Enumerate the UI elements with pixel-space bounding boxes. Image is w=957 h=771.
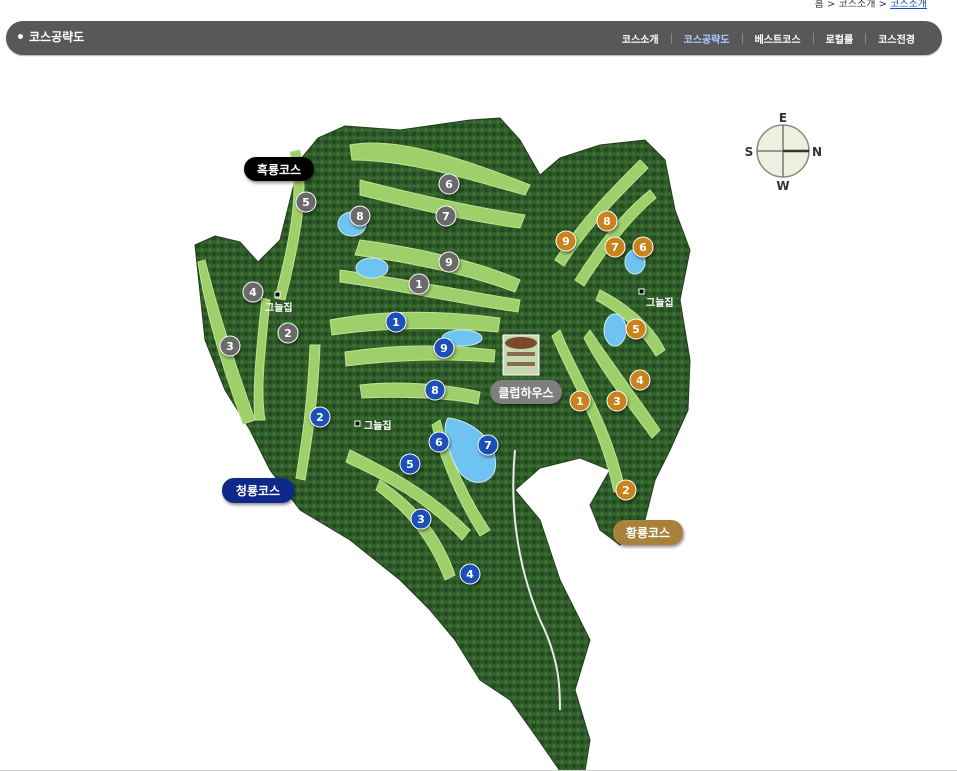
svg-text:3: 3 xyxy=(613,395,621,408)
hole-marker-blue-4[interactable]: 4 xyxy=(459,563,481,585)
course-map: 클럽하우스 흑룡코스 청룡코스 황룡코스 그늘집 그늘집 그늘집 1 2 3 4… xyxy=(194,111,822,771)
hole-marker-blue-1[interactable]: 1 xyxy=(385,311,407,333)
hole-marker-blue-2[interactable]: 2 xyxy=(309,406,331,428)
page-title-text: 코스공략도 xyxy=(29,30,85,44)
hole-marker-gold-6[interactable]: 6 xyxy=(632,236,654,258)
page-title: 코스공략도 xyxy=(18,21,84,55)
shelter-label: 그늘집 xyxy=(646,297,674,309)
compass-east-label: E xyxy=(779,111,787,125)
hole-marker-blue-8[interactable]: 8 xyxy=(424,379,446,401)
hole-marker-gold-8[interactable]: 8 xyxy=(596,210,618,232)
hole-marker-black-5[interactable]: 5 xyxy=(295,191,317,213)
svg-text:3: 3 xyxy=(226,340,234,353)
svg-text:6: 6 xyxy=(639,241,647,254)
svg-text:1: 1 xyxy=(415,278,423,291)
hole-marker-blue-6[interactable]: 6 xyxy=(428,431,450,453)
hole-marker-blue-7[interactable]: 7 xyxy=(477,434,499,456)
hole-marker-gold-7[interactable]: 7 xyxy=(604,236,626,258)
svg-text:7: 7 xyxy=(442,210,450,223)
hole-marker-gold-9[interactable]: 9 xyxy=(555,230,577,252)
svg-text:5: 5 xyxy=(302,196,310,209)
hole-marker-black-2[interactable]: 2 xyxy=(277,322,299,344)
hole-marker-black-8[interactable]: 8 xyxy=(349,205,371,227)
svg-text:3: 3 xyxy=(417,513,425,526)
svg-text:4: 4 xyxy=(636,374,644,387)
svg-text:8: 8 xyxy=(431,384,439,397)
breadcrumb-separator: > xyxy=(827,0,836,10)
hole-marker-black-1[interactable]: 1 xyxy=(408,273,430,295)
menu-item-local-rule[interactable]: 로컬룰 xyxy=(814,31,866,46)
svg-text:4: 4 xyxy=(249,286,257,299)
svg-text:7: 7 xyxy=(484,439,492,452)
clubhouse-label[interactable]: 클럽하우스 xyxy=(490,380,562,404)
course-label-blue-text: 청룡코스 xyxy=(236,483,280,498)
svg-text:8: 8 xyxy=(603,215,611,228)
svg-text:5: 5 xyxy=(406,458,414,471)
compass-north-label: N xyxy=(812,145,822,159)
shelter-label: 그늘집 xyxy=(265,302,293,314)
menu-item-course-intro[interactable]: 코스소개 xyxy=(610,31,671,46)
section-header-bar: 코스공략도 코스소개 코스공략도 베스트코스 로컬룰 코스전경 xyxy=(6,21,942,55)
hole-marker-gold-3[interactable]: 3 xyxy=(606,390,628,412)
hole-marker-gold-2[interactable]: 2 xyxy=(615,479,637,501)
clubhouse xyxy=(502,334,540,376)
svg-text:1: 1 xyxy=(576,395,584,408)
shelter-label: 그늘집 xyxy=(364,420,392,432)
svg-text:1: 1 xyxy=(392,316,400,329)
hole-marker-blue-9[interactable]: 9 xyxy=(433,337,455,359)
hole-marker-black-7[interactable]: 7 xyxy=(435,205,457,227)
breadcrumb-current[interactable]: 코스소개 xyxy=(890,0,927,10)
compass-west-label: W xyxy=(776,179,789,193)
svg-text:9: 9 xyxy=(440,342,448,355)
breadcrumb: 홈 > 코스소개 > 코스소개 xyxy=(815,0,927,10)
compass-south-label: S xyxy=(745,145,754,159)
hole-marker-gold-1[interactable]: 1 xyxy=(569,390,591,412)
hole-marker-black-3[interactable]: 3 xyxy=(219,335,241,357)
breadcrumb-home[interactable]: 홈 xyxy=(815,0,824,10)
svg-text:2: 2 xyxy=(284,327,292,340)
menu-item-course-view[interactable]: 코스전경 xyxy=(866,31,927,46)
clubhouse-label-text: 클럽하우스 xyxy=(498,385,553,400)
hole-marker-blue-5[interactable]: 5 xyxy=(399,453,421,475)
bullet-icon xyxy=(18,34,23,39)
svg-text:2: 2 xyxy=(316,411,324,424)
menu-item-best-course[interactable]: 베스트코스 xyxy=(743,31,813,46)
hole-marker-black-4[interactable]: 4 xyxy=(242,281,264,303)
svg-text:4: 4 xyxy=(466,568,474,581)
course-label-black-text: 흑룡코스 xyxy=(257,162,301,177)
compass-icon: E S N W xyxy=(745,111,822,193)
course-label-gold[interactable]: 황룡코스 xyxy=(613,520,683,545)
hole-marker-blue-3[interactable]: 3 xyxy=(410,508,432,530)
hole-marker-black-6[interactable]: 6 xyxy=(438,173,460,195)
breadcrumb-separator: > xyxy=(878,0,887,10)
sub-menu: 코스소개 코스공략도 베스트코스 로컬룰 코스전경 xyxy=(610,21,927,55)
course-label-blue[interactable]: 청룡코스 xyxy=(222,478,294,503)
svg-text:7: 7 xyxy=(611,241,619,254)
course-label-black[interactable]: 흑룡코스 xyxy=(244,157,314,181)
menu-item-course-guide[interactable]: 코스공략도 xyxy=(672,31,742,46)
hole-marker-black-9[interactable]: 9 xyxy=(438,251,460,273)
course-label-gold-text: 황룡코스 xyxy=(626,525,670,540)
svg-text:6: 6 xyxy=(445,178,453,191)
svg-text:5: 5 xyxy=(632,323,640,336)
breadcrumb-level1[interactable]: 코스소개 xyxy=(839,0,876,10)
svg-text:9: 9 xyxy=(562,235,570,248)
svg-text:6: 6 xyxy=(435,436,443,449)
hole-marker-gold-4[interactable]: 4 xyxy=(629,369,651,391)
hole-marker-gold-5[interactable]: 5 xyxy=(625,318,647,340)
svg-text:8: 8 xyxy=(356,210,364,223)
svg-text:2: 2 xyxy=(622,484,630,497)
svg-text:9: 9 xyxy=(445,256,453,269)
